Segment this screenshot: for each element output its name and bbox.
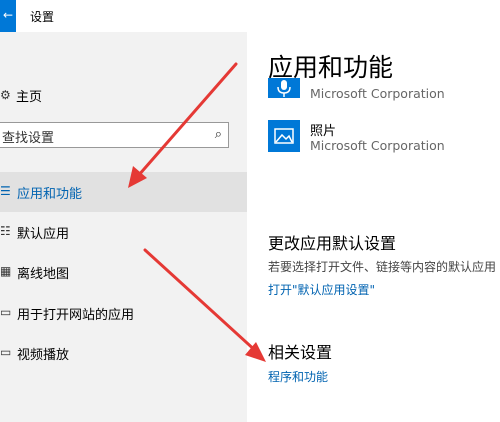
app-publisher: Microsoft Corporation xyxy=(310,86,445,101)
title-bar: ← 设置 xyxy=(0,0,500,32)
sidebar-item-label: 用于打开网站的应用 xyxy=(17,308,135,323)
sidebar-item-video-playback[interactable]: ▭ 视频播放 xyxy=(0,333,247,373)
sidebar-item-label: 视频播放 xyxy=(17,348,70,363)
list-icon: ☰ xyxy=(0,184,11,198)
back-button[interactable]: ← xyxy=(0,0,16,32)
sidebar-item-label: 离线地图 xyxy=(17,267,70,282)
video-icon: ▭ xyxy=(0,345,12,359)
search-input[interactable]: 查找设置 xyxy=(2,127,54,146)
app-list-item[interactable]: Microsoft Corporation xyxy=(268,78,500,104)
sidebar-item-default-apps[interactable]: ☷ 默认应用 xyxy=(0,212,247,252)
microphone-icon xyxy=(268,78,300,98)
search-icon[interactable]: ⌕ xyxy=(215,127,222,142)
app-publisher: Microsoft Corporation xyxy=(310,138,445,153)
sidebar-item-label: 默认应用 xyxy=(17,227,70,242)
map-icon: ▦ xyxy=(0,264,12,278)
window-title: 设置 xyxy=(30,10,55,24)
sidebar: ⚙ 主页 查找设置 ⌕ 应用 ☰ 应用和功能 ☷ 默认应用 ▦ 离线地图 ▭ 用… xyxy=(0,32,247,422)
default-settings-description: 若要选择打开文件、链接等内容的默认应用 xyxy=(268,260,497,274)
app-list-item[interactable]: 照片 Microsoft Corporation xyxy=(268,120,500,160)
sidebar-item-label: 应用和功能 xyxy=(17,187,83,202)
website-icon: ▭ xyxy=(0,305,12,319)
sidebar-item-label: 主页 xyxy=(16,90,43,105)
sidebar-item-apps-features[interactable]: ☰ 应用和功能 xyxy=(0,172,247,212)
back-arrow-icon: ← xyxy=(2,8,14,22)
annotation-arrowhead xyxy=(245,342,266,362)
photos-icon xyxy=(268,120,300,152)
default-settings-heading: 更改应用默认设置 xyxy=(268,234,397,253)
programs-and-features-link[interactable]: 程序和功能 xyxy=(268,368,328,385)
app-name: 照片 xyxy=(310,124,337,139)
related-settings-heading: 相关设置 xyxy=(268,343,333,362)
open-default-apps-link[interactable]: 打开"默认应用设置" xyxy=(268,281,375,298)
default-apps-icon: ☷ xyxy=(0,224,11,238)
home-gear-icon: ⚙ xyxy=(0,88,11,102)
sidebar-item-apps-for-websites[interactable]: ▭ 用于打开网站的应用 xyxy=(0,293,247,333)
sidebar-item-offline-maps[interactable]: ▦ 离线地图 xyxy=(0,252,247,292)
search-box[interactable]: 查找设置 ⌕ xyxy=(0,122,229,148)
